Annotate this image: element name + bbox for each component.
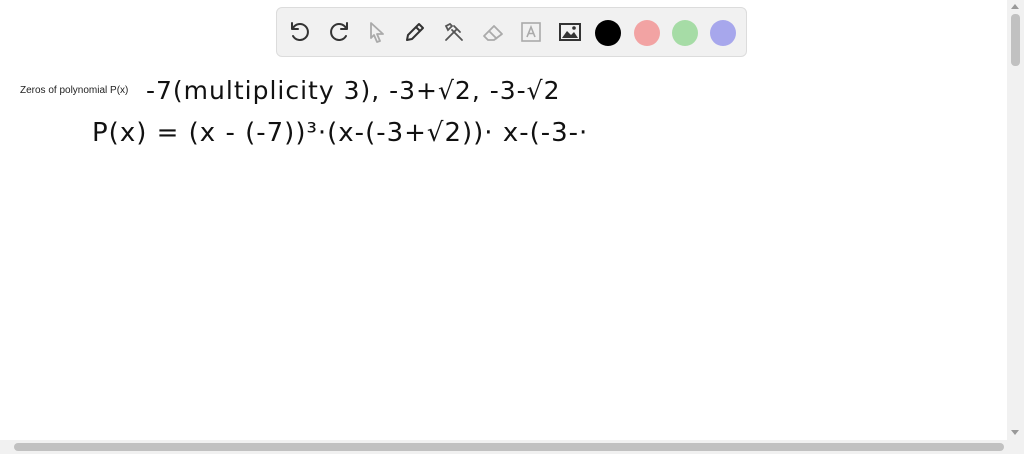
pointer-icon[interactable] (364, 19, 390, 45)
handwriting-zeros: -7(multiplicity 3), -3+√2, -3-√2 (146, 76, 561, 105)
color-swatch-black[interactable] (595, 20, 621, 46)
horizontal-scrollbar[interactable] (0, 440, 1024, 454)
image-icon[interactable] (557, 19, 583, 45)
redo-icon[interactable] (326, 19, 352, 45)
horizontal-scroll-thumb[interactable] (14, 443, 1004, 451)
pen-icon[interactable] (402, 19, 428, 45)
handwriting-polynomial: P(x) = (x - (-7))³·(x-(-3+√2))· x-(-3-· (92, 118, 589, 148)
vertical-scrollbar[interactable] (1007, 0, 1024, 440)
vertical-scroll-thumb[interactable] (1011, 14, 1020, 66)
scroll-up-icon[interactable] (1011, 4, 1019, 9)
color-swatch-red[interactable] (634, 20, 660, 46)
color-swatch-purple[interactable] (710, 20, 736, 46)
scroll-down-icon[interactable] (1011, 430, 1019, 435)
text-icon[interactable] (518, 19, 544, 45)
drawing-toolbar (276, 7, 747, 57)
problem-label: Zeros of polynomial P(x) (20, 85, 129, 96)
undo-icon[interactable] (287, 19, 313, 45)
eraser-icon[interactable] (480, 19, 506, 45)
color-swatch-green[interactable] (672, 20, 698, 46)
tools-icon[interactable] (441, 19, 467, 45)
